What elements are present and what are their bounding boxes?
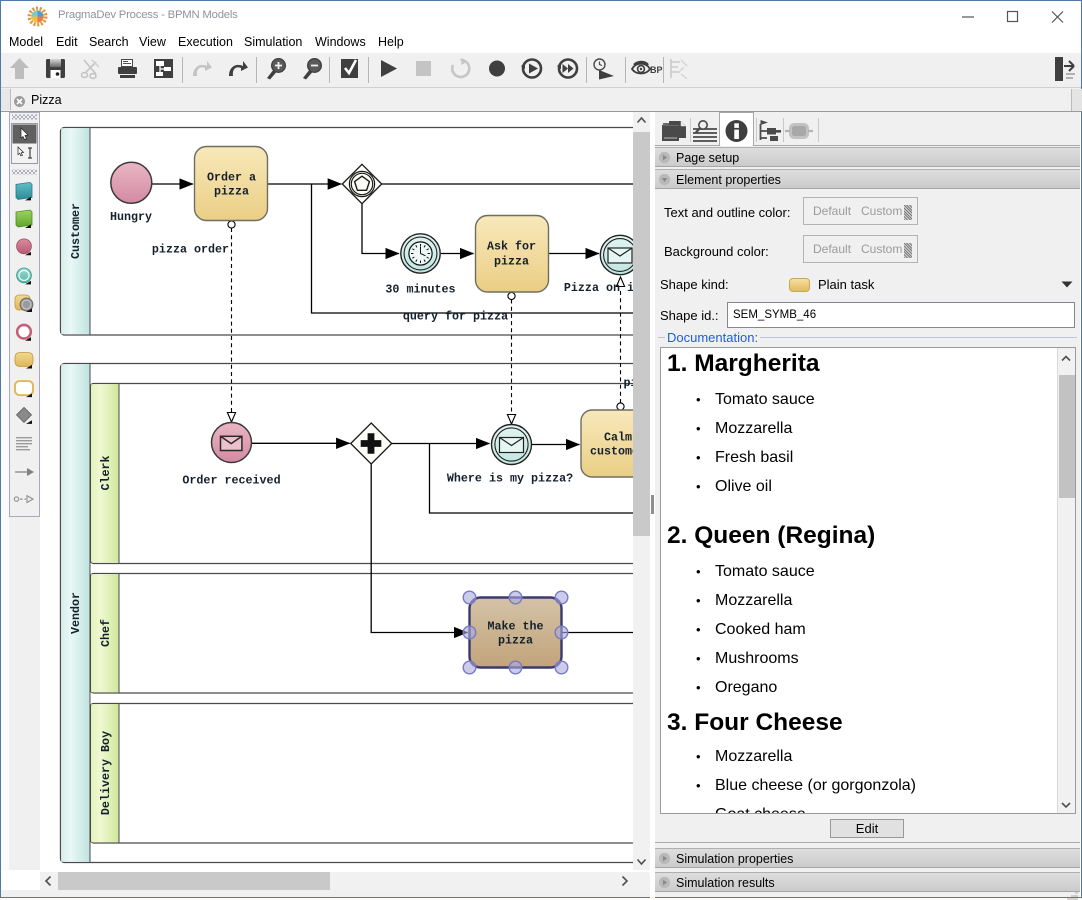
svg-text:Pizza on its way: Pizza on its way	[564, 281, 633, 295]
svg-text:Order received: Order received	[182, 474, 280, 488]
svg-text:Delivery Boy: Delivery Boy	[99, 731, 113, 815]
svg-text:Hungry: Hungry	[110, 210, 152, 224]
svg-text:query for pizza: query for pizza	[403, 310, 508, 324]
svg-text:BP: BP	[650, 65, 663, 75]
svg-text:Make the: Make the	[487, 620, 543, 634]
svg-text:30 minutes: 30 minutes	[385, 283, 455, 297]
svg-text:Customer: Customer	[69, 203, 83, 259]
svg-text:customer: customer	[590, 445, 633, 459]
svg-text:Chef: Chef	[99, 619, 113, 647]
svg-text:Order a: Order a	[207, 171, 256, 185]
svg-text:Ask for: Ask for	[487, 240, 536, 254]
svg-text:pizza order: pizza order	[152, 243, 229, 257]
svg-text:Clerk: Clerk	[99, 455, 113, 490]
svg-text:pizza: pizza	[214, 185, 249, 199]
svg-text:pizza: pizza	[494, 255, 529, 269]
svg-text:pizza: pizza	[623, 376, 633, 390]
svg-text:Calm: Calm	[604, 431, 632, 445]
svg-text:Vendor: Vendor	[69, 592, 83, 634]
svg-text:Where is my pizza?: Where is my pizza?	[447, 472, 573, 486]
svg-text:pizza: pizza	[498, 634, 533, 648]
